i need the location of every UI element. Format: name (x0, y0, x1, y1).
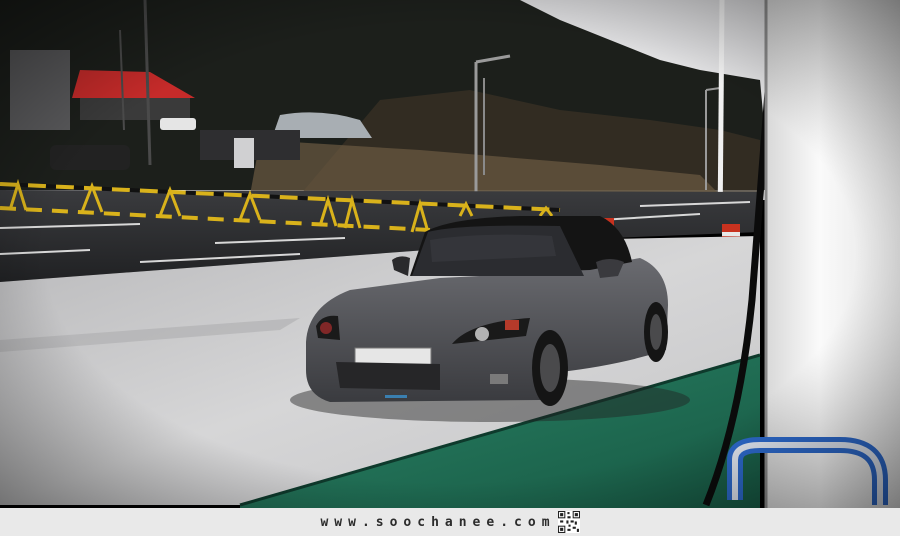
photo-scene (0, 0, 900, 508)
site-url: www.soochanee.com (320, 514, 556, 530)
photo (0, 0, 900, 508)
caption-bar: www.soochanee.com (0, 508, 900, 536)
qr-code-icon (557, 511, 580, 533)
